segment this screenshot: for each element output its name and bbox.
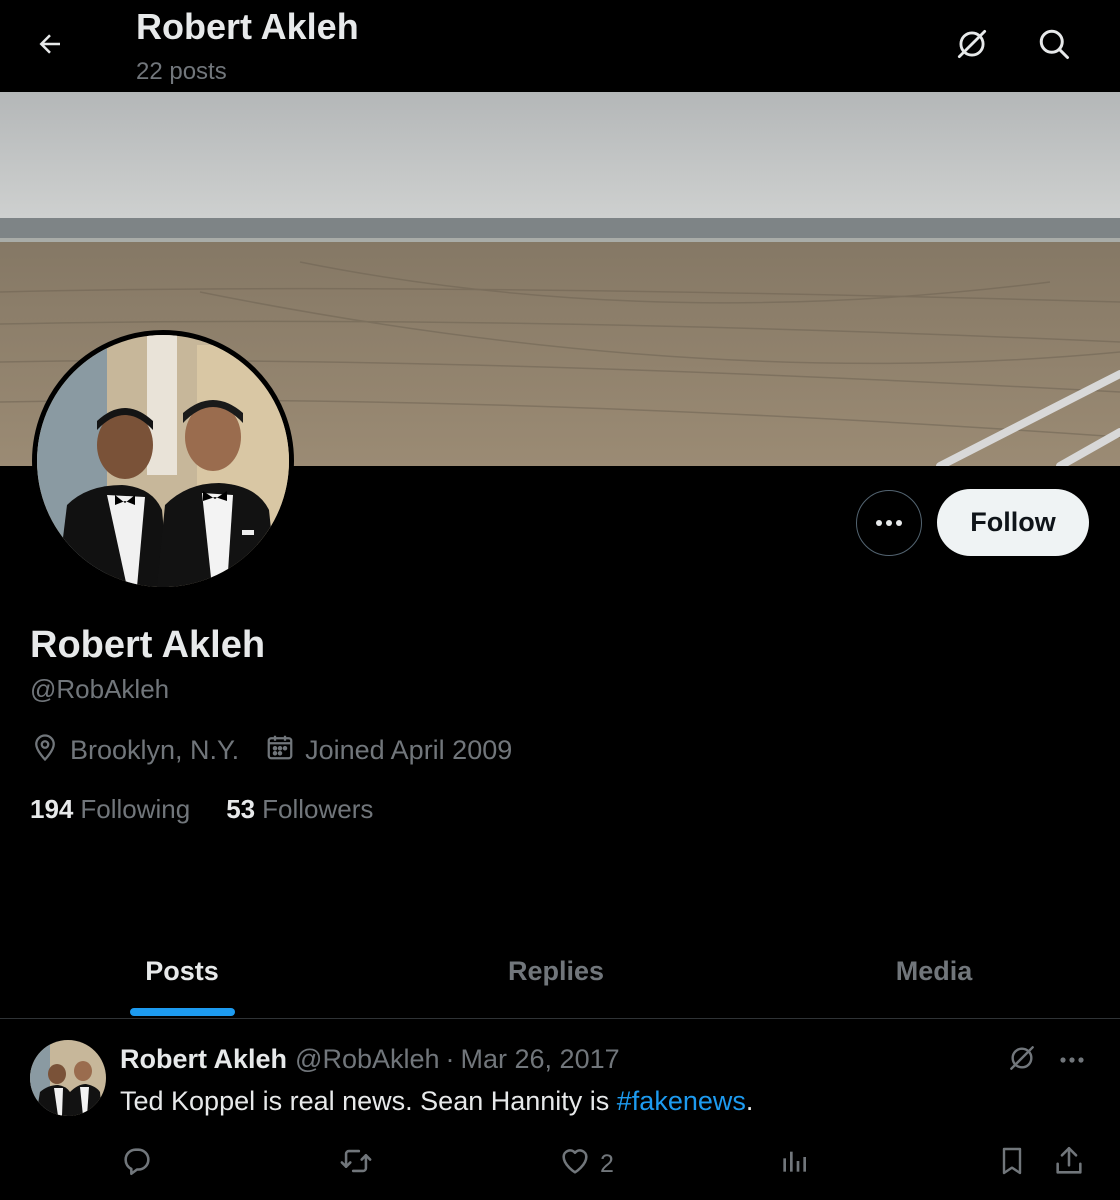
retweet-button[interactable]: [338, 1142, 374, 1186]
tab-replies[interactable]: Replies: [374, 925, 738, 1018]
profile-meta: Brooklyn, N.Y. Joined April 2009: [30, 732, 538, 769]
tweet-actions: 2: [0, 1142, 1120, 1186]
search-button[interactable]: [1030, 22, 1078, 70]
retweet-icon: [338, 1144, 374, 1185]
joined-text: Joined April 2009: [305, 735, 513, 765]
grok-icon: [953, 25, 991, 68]
location-text: Brooklyn, N.Y.: [70, 735, 240, 765]
heart-icon: [558, 1144, 592, 1185]
tweet[interactable]: Robert Akleh @RobAkleh · Mar 26, 2017 Te…: [0, 1020, 1120, 1200]
tab-posts[interactable]: Posts: [0, 925, 364, 1018]
like-count: 2: [600, 1149, 614, 1178]
more-options-button[interactable]: [856, 490, 922, 556]
grok-icon: [1006, 1042, 1038, 1079]
more-dots-icon: [875, 514, 903, 532]
tweet-grok-button[interactable]: [1002, 1040, 1042, 1080]
following-label: Following: [80, 794, 191, 824]
arrow-left-icon: [35, 29, 65, 64]
profile-joined: Joined April 2009: [265, 732, 512, 769]
like-button[interactable]: 2: [558, 1142, 614, 1186]
header-name: Robert Akleh: [136, 6, 359, 47]
profile-avatar[interactable]: [32, 330, 294, 592]
profile-handle: @RobAkleh: [30, 674, 170, 704]
bookmark-button[interactable]: [996, 1142, 1028, 1186]
profile-tabs: Posts Replies Media: [0, 925, 1120, 1019]
tweet-author-handle[interactable]: @RobAkleh: [295, 1044, 439, 1075]
active-tab-indicator: [130, 1008, 235, 1016]
tweet-avatar[interactable]: [30, 1040, 106, 1116]
tweet-hashtag[interactable]: #fakenews: [617, 1086, 746, 1116]
following-count: 194: [30, 794, 74, 824]
tweet-separator: ·: [445, 1044, 455, 1074]
tweet-more-button[interactable]: [1052, 1040, 1092, 1080]
calendar-icon: [265, 732, 295, 769]
followers-link[interactable]: 53 Followers: [226, 794, 373, 825]
profile-location: Brooklyn, N.Y.: [30, 732, 239, 769]
tweet-text-end: .: [745, 1086, 754, 1116]
following-link[interactable]: 194 Following: [30, 794, 190, 825]
share-icon: [1052, 1144, 1086, 1185]
followers-label: Followers: [262, 794, 374, 824]
reply-button[interactable]: [120, 1142, 154, 1186]
tab-media[interactable]: Media: [748, 925, 1120, 1018]
tweet-text-body: Ted Koppel is real news. Sean Hannity is: [120, 1086, 617, 1116]
search-icon: [1036, 26, 1072, 67]
views-button[interactable]: [778, 1142, 810, 1186]
bookmark-icon: [996, 1144, 1028, 1185]
header-posts-count: 22 posts: [136, 58, 227, 85]
views-icon: [778, 1144, 810, 1185]
tweet-author-name[interactable]: Robert Akleh: [120, 1044, 287, 1075]
profile-header: Robert Akleh 22 posts: [0, 0, 1120, 92]
tweet-text: Ted Koppel is real news. Sean Hannity is…: [120, 1086, 753, 1117]
profile-stats: 194 Following 53 Followers: [30, 794, 409, 825]
grok-button[interactable]: [948, 22, 996, 70]
share-button[interactable]: [1052, 1142, 1086, 1186]
more-dots-icon: [1059, 1051, 1085, 1069]
follow-button[interactable]: Follow: [937, 489, 1089, 556]
back-button[interactable]: [28, 24, 72, 68]
tweet-header: Robert Akleh @RobAkleh · Mar 26, 2017: [120, 1044, 620, 1075]
followers-count: 53: [226, 794, 256, 824]
tweet-date[interactable]: Mar 26, 2017: [461, 1044, 620, 1075]
location-pin-icon: [30, 732, 60, 769]
profile-name: Robert Akleh: [30, 624, 266, 666]
reply-icon: [120, 1144, 154, 1185]
